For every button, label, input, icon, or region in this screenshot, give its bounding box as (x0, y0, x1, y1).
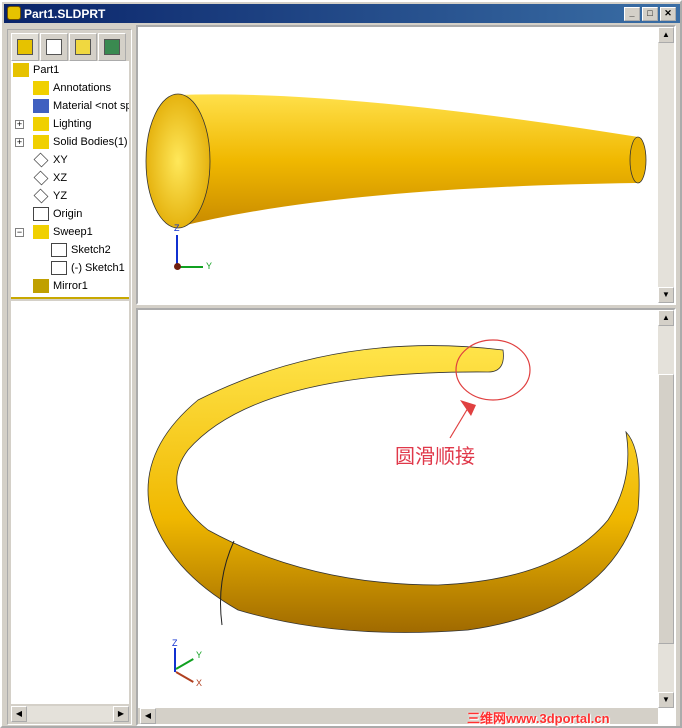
tree-item-label: Material <not sp (53, 100, 129, 112)
x-axis-label: X (196, 678, 203, 688)
annotations-icon (33, 81, 49, 95)
part-icon (17, 39, 33, 55)
tree-item-label: XZ (53, 172, 68, 184)
tab-display[interactable] (98, 33, 126, 61)
tree-item[interactable]: XZ (33, 169, 67, 187)
sketch-icon (51, 261, 67, 275)
y-axis-label: Y (206, 261, 213, 271)
top-vertical-scrollbar[interactable]: ▲ ▼ (658, 27, 674, 303)
tree-empty-area (11, 301, 129, 704)
expander-toggle[interactable]: − (15, 228, 24, 237)
tree-item-label: (-) Sketch1 (71, 262, 125, 274)
configuration-icon (75, 39, 91, 55)
plane-icon (33, 152, 49, 168)
tree-item[interactable]: Material <not sp (33, 97, 129, 115)
tree-item[interactable]: XY (33, 151, 68, 169)
tree-item[interactable]: Solid Bodies(1) (33, 133, 128, 151)
tree-item-label: XY (53, 154, 68, 166)
close-button[interactable]: ✕ (660, 7, 676, 21)
z-axis-label: Z (174, 223, 180, 233)
tree-item[interactable]: Lighting (33, 115, 92, 133)
tree-item-label: Sketch2 (71, 244, 111, 256)
feature-manager-panel: Part1 Annotations Material <not sp Lighting… (7, 29, 132, 725)
window-title: Part1.SLDPRT (24, 6, 106, 21)
watermark: 三维网www.3dportal.cn (467, 711, 610, 726)
solid-bodies-icon (33, 135, 49, 149)
scroll-left-button[interactable]: ◀ (11, 706, 27, 722)
expander-toggle[interactable]: + (15, 138, 24, 147)
horizontal-scrollbar[interactable]: ◀ ▶ (11, 706, 129, 722)
maximize-button[interactable]: □ (642, 7, 658, 21)
material-icon (33, 99, 49, 113)
feature-tree: Part1 Annotations Material <not sp Lighting… (11, 61, 129, 299)
tab-propertymanager[interactable] (40, 33, 68, 61)
bottom-viewport[interactable]: 圆滑顺接 Z Y X ▲ ▼ ◀ (136, 308, 676, 726)
plane-icon (33, 188, 49, 204)
tree-item-label: Lighting (53, 118, 92, 130)
axis-triad: Z Y X (168, 638, 218, 688)
scroll-down-button[interactable]: ▼ (658, 287, 674, 303)
title-bar[interactable]: Part1.SLDPRT _ □ ✕ (4, 4, 680, 23)
display-icon (104, 39, 120, 55)
tree-item[interactable]: Sweep1 (33, 223, 93, 241)
tree-item-label: Origin (53, 208, 83, 220)
scroll-thumb[interactable] (658, 374, 674, 644)
z-axis-label: Z (172, 638, 178, 648)
origin-icon (33, 207, 49, 221)
tree-item-label: Part1 (33, 64, 60, 76)
tab-featuremanager[interactable] (11, 33, 39, 61)
tree-item[interactable]: Annotations (33, 79, 111, 97)
tree-item[interactable]: Part1 (13, 61, 59, 79)
tree-item-label: Mirror1 (53, 280, 88, 292)
lighting-icon (33, 117, 49, 131)
tree-item-label: Solid Bodies(1) (53, 136, 128, 148)
sweep-icon (33, 225, 49, 239)
scroll-up-button[interactable]: ▲ (658, 27, 674, 43)
part-icon (13, 63, 29, 77)
axis-triad: Z Y (170, 223, 220, 273)
part-icon (7, 6, 21, 20)
tree-item[interactable]: YZ (33, 187, 67, 205)
mirror-icon (33, 279, 49, 293)
tree-item-label: Sweep1 (53, 226, 93, 238)
tree-item[interactable]: Sketch2 (51, 241, 111, 259)
minimize-button[interactable]: _ (624, 7, 640, 21)
scroll-down-button[interactable]: ▼ (658, 692, 674, 708)
scroll-left-button[interactable]: ◀ (140, 708, 156, 724)
top-viewport[interactable]: Z Y ▲ ▼ (136, 25, 676, 305)
property-icon (46, 39, 62, 55)
tree-item[interactable]: (-) Sketch1 (51, 259, 125, 277)
expander-toggle[interactable]: + (15, 120, 24, 129)
scroll-right-button[interactable]: ▶ (113, 706, 129, 722)
tree-item-label: YZ (53, 190, 68, 202)
tree-item-label: Annotations (53, 82, 112, 94)
sketch-icon (51, 243, 67, 257)
bottom-vertical-scrollbar[interactable]: ▲ ▼ (658, 310, 674, 708)
part-window: Part1.SLDPRT _ □ ✕ Part1 Annotations Mater… (0, 0, 682, 728)
plane-icon (33, 170, 49, 186)
y-axis-label: Y (196, 650, 203, 660)
tab-configurationmanager[interactable] (69, 33, 97, 61)
scroll-up-button[interactable]: ▲ (658, 310, 674, 326)
tree-item[interactable]: Origin (33, 205, 82, 223)
tree-item[interactable]: Mirror1 (33, 277, 88, 295)
annotation-label: 圆滑顺接 (395, 446, 475, 468)
